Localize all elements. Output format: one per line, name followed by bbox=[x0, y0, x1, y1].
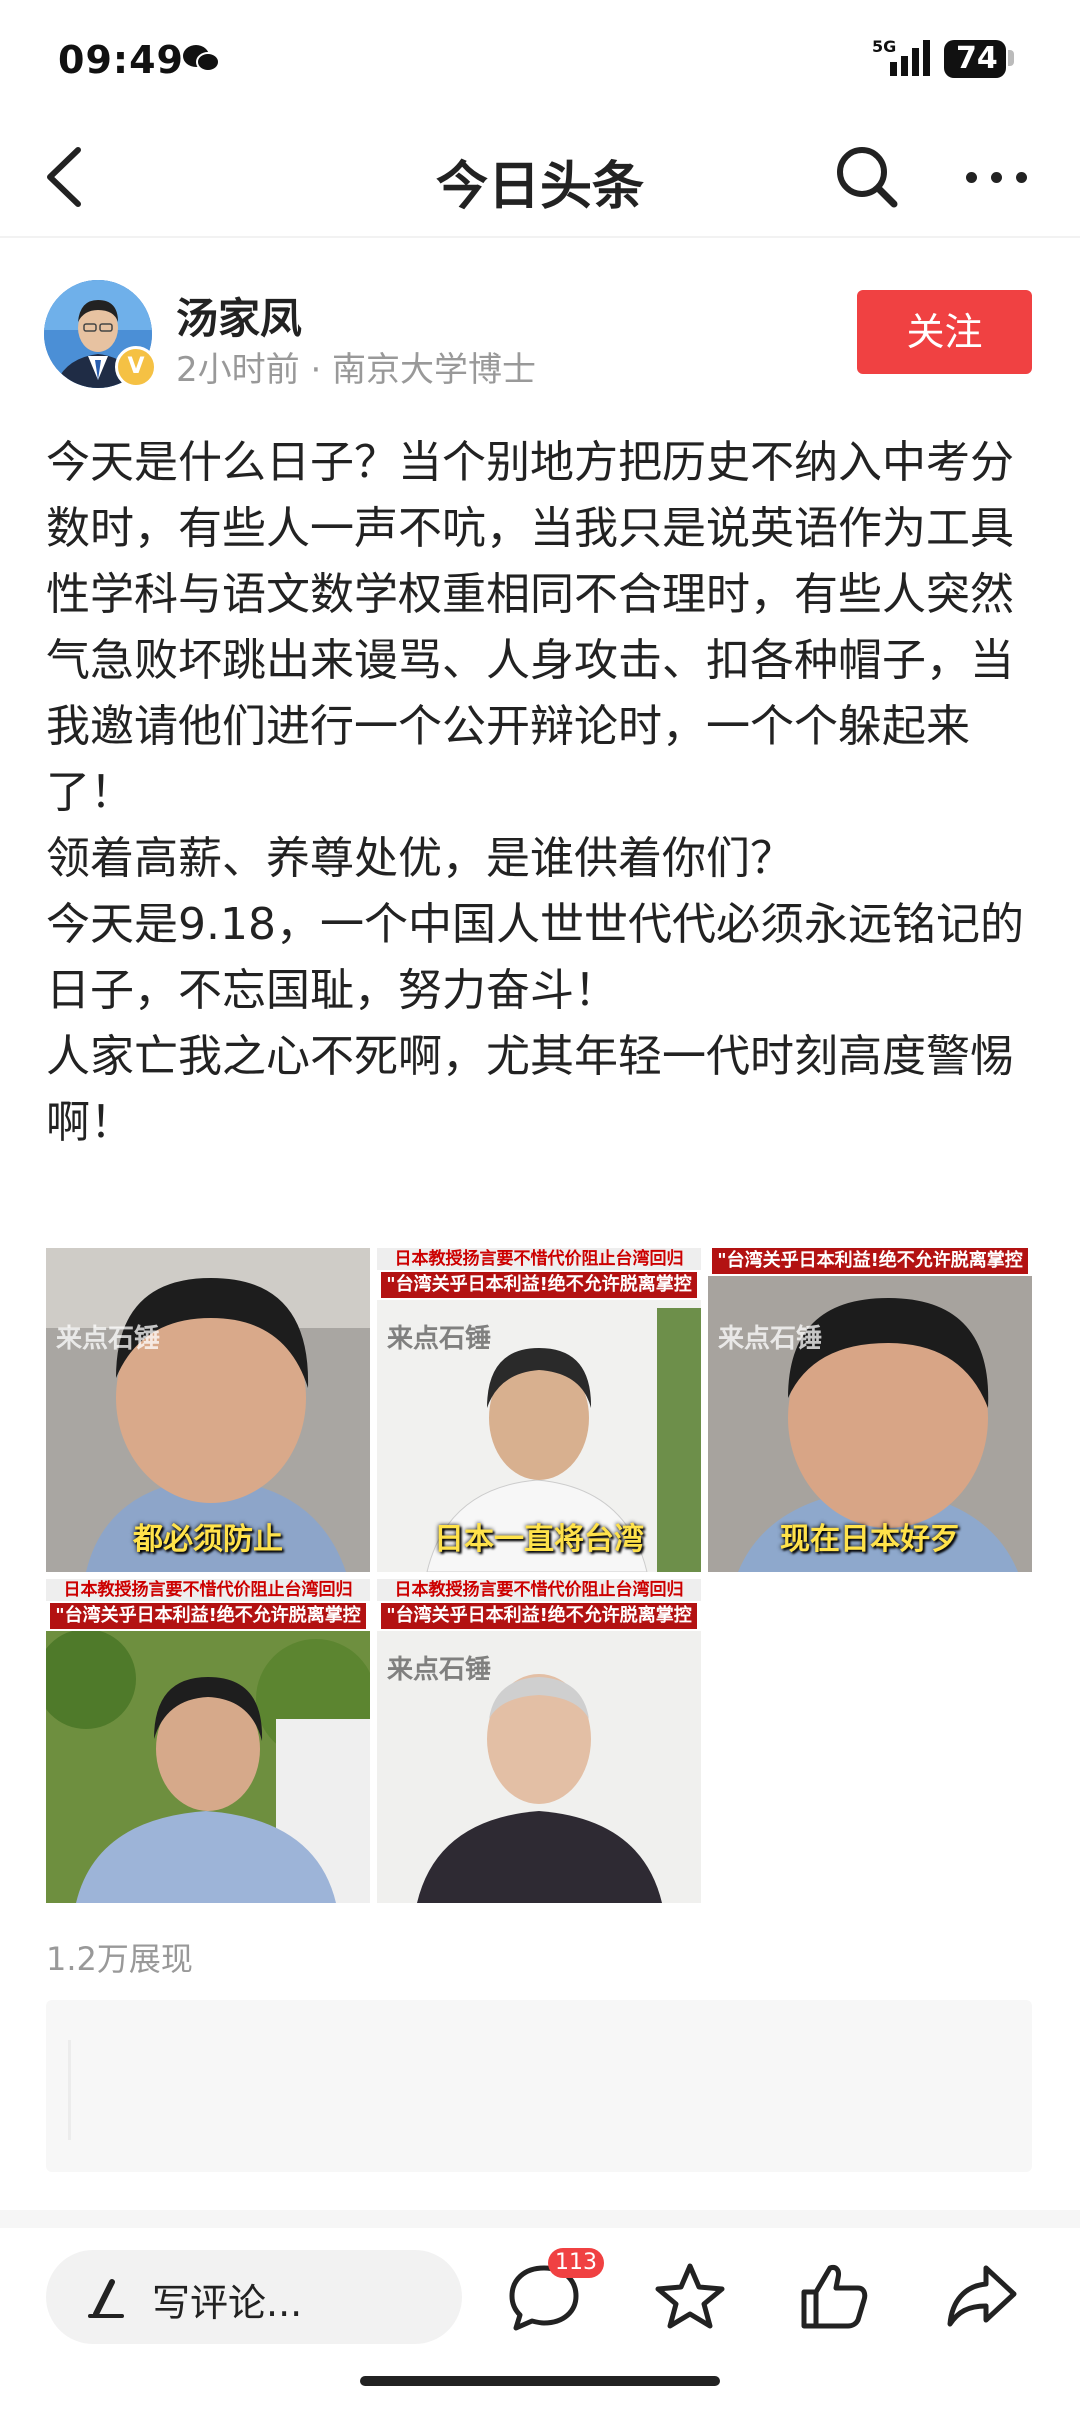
battery-icon bbox=[1008, 50, 1014, 66]
comment-placeholder: 写评论... bbox=[152, 2281, 303, 2325]
share-icon[interactable] bbox=[944, 2258, 1020, 2334]
verified-badge-icon: V bbox=[115, 346, 157, 388]
post-image[interactable]: 日本教授扬言要不惜代价阻止台湾回归 "台湾关乎日本利益!绝不允许脱离掌控 来点石… bbox=[377, 1248, 701, 1572]
banner-headline: 日本教授扬言要不惜代价阻止台湾回归 bbox=[377, 1248, 701, 1270]
battery-level: 74 bbox=[944, 40, 1006, 78]
banner-subtitle: "台湾关乎日本利益!绝不允许脱离掌控 bbox=[50, 1603, 366, 1629]
image-caption: 日本一直将台湾 bbox=[434, 1522, 644, 1557]
pen-icon bbox=[88, 2279, 124, 2318]
post-image[interactable]: 日本教授扬言要不惜代价阻止台湾回归 "台湾关乎日本利益!绝不允许脱离掌控 来点石… bbox=[377, 1579, 701, 1903]
article-paragraph: 今天是9.18，一个中国人世世代代必须永远铭记的日子，不忘国耻，努力奋斗！ bbox=[46, 899, 1024, 1016]
more-options-icon[interactable] bbox=[966, 168, 1046, 188]
article-paragraph: 人家亡我之心不死啊，尤其年轻一代时刻高度警惕啊！ bbox=[46, 1031, 1014, 1148]
thumbs-up-icon[interactable] bbox=[796, 2258, 872, 2334]
post-image[interactable]: 来点石锤 都必须防止 bbox=[46, 1248, 370, 1572]
svg-text:5G: 5G bbox=[872, 37, 896, 56]
video-banner: 日本教授扬言要不惜代价阻止台湾回归 "台湾关乎日本利益!绝不允许脱离掌控 bbox=[377, 1579, 701, 1631]
page-title: 今日头条 bbox=[435, 157, 644, 217]
comment-input[interactable]: 写评论... bbox=[46, 2250, 462, 2344]
video-banner: 日本教授扬言要不惜代价阻止台湾回归 "台湾关乎日本利益!绝不允许脱离掌控 bbox=[46, 1579, 370, 1631]
star-favorite-icon[interactable] bbox=[652, 2258, 728, 2334]
watermark-label: 来点石锤 bbox=[387, 1655, 492, 1685]
status-time: 09:49 bbox=[58, 38, 184, 82]
post-image[interactable]: "台湾关乎日本利益!绝不允许脱离掌控 来点石锤 现在日本好歹 bbox=[708, 1248, 1032, 1572]
banner-subtitle: "台湾关乎日本利益!绝不允许脱离掌控 bbox=[381, 1603, 697, 1629]
wechat-notification-icon bbox=[183, 45, 220, 72]
banner-subtitle: "台湾关乎日本利益!绝不允许脱离掌控 bbox=[712, 1248, 1028, 1274]
view-count: 1.2万展现 bbox=[46, 1940, 193, 1978]
video-banner: "台湾关乎日本利益!绝不允许脱离掌控 bbox=[708, 1248, 1032, 1276]
banner-headline: 日本教授扬言要不惜代价阻止台湾回归 bbox=[377, 1579, 701, 1601]
section-divider bbox=[0, 2210, 1080, 2228]
top-nav: 今日头条 bbox=[0, 120, 1080, 230]
home-indicator bbox=[360, 2376, 720, 2386]
watermark-label: 来点石锤 bbox=[56, 1324, 161, 1354]
status-bar: 09:49 5G 74 bbox=[0, 0, 1080, 120]
article-paragraph: 今天是什么日子？当个别地方把历史不纳入中考分数时，有些人一声不吭，当我只是说英语… bbox=[46, 437, 1014, 818]
watermark-label: 来点石锤 bbox=[718, 1324, 823, 1354]
author-name[interactable]: 汤家凤 bbox=[176, 285, 302, 346]
author-meta: 2小时前 · 南京大学博士 bbox=[176, 350, 537, 390]
loading-card bbox=[46, 2000, 1032, 2172]
nav-divider bbox=[0, 236, 1080, 238]
placeholder-line bbox=[68, 2040, 71, 2140]
post-image[interactable]: 日本教授扬言要不惜代价阻止台湾回归 "台湾关乎日本利益!绝不允许脱离掌控 bbox=[46, 1579, 370, 1903]
search-icon[interactable] bbox=[832, 142, 902, 212]
comment-count-badge: 113 bbox=[548, 2248, 604, 2278]
video-banner: 日本教授扬言要不惜代价阻止台湾回归 "台湾关乎日本利益!绝不允许脱离掌控 bbox=[377, 1248, 701, 1300]
image-caption: 现在日本好歹 bbox=[780, 1522, 960, 1557]
banner-subtitle: "台湾关乎日本利益!绝不允许脱离掌控 bbox=[381, 1272, 697, 1298]
article-body: 今天是什么日子？当个别地方把历史不纳入中考分数时，有些人一声不吭，当我只是说英语… bbox=[46, 430, 1036, 1156]
image-caption: 都必须防止 bbox=[133, 1522, 283, 1557]
bottom-action-bar: 写评论... 113 bbox=[0, 2228, 1080, 2412]
follow-button[interactable]: 关注 bbox=[857, 290, 1032, 374]
banner-headline: 日本教授扬言要不惜代价阻止台湾回归 bbox=[46, 1579, 370, 1601]
cellular-signal-icon: 5G bbox=[872, 37, 930, 76]
watermark-label: 来点石锤 bbox=[387, 1324, 492, 1354]
article-paragraph: 领着高薪、养尊处优，是谁供着你们？ bbox=[46, 833, 794, 884]
